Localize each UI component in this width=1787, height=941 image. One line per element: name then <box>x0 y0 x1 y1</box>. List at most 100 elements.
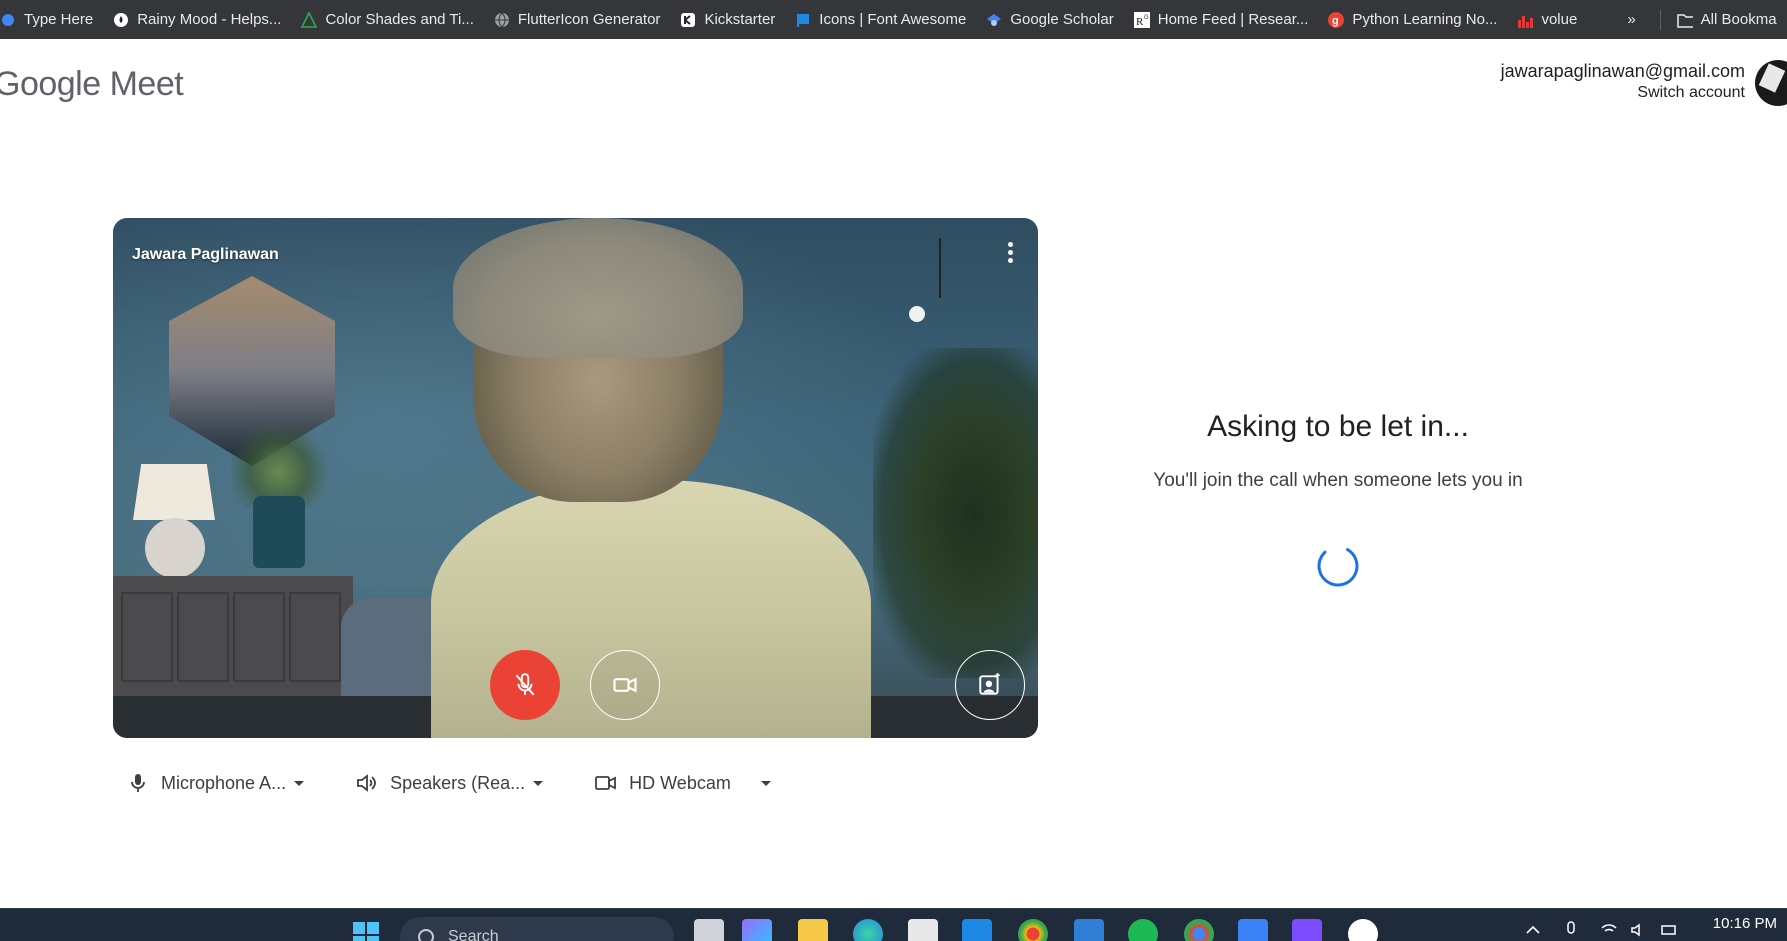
tray-chevron-up-icon[interactable] <box>1524 921 1542 939</box>
bookmark-google-scholar[interactable]: Google Scholar <box>976 0 1123 39</box>
bookmark-label: volue <box>1541 11 1578 28</box>
microphone-toggle-button[interactable] <box>490 650 560 720</box>
switch-account-link[interactable]: Switch account <box>1501 84 1745 102</box>
bookmark-rainy-mood[interactable]: Rainy Mood - Helps... <box>103 0 291 39</box>
lamp-base <box>145 518 205 578</box>
volume-icon[interactable] <box>1630 921 1648 939</box>
more-dot <box>1007 241 1013 247</box>
search-icon <box>418 929 434 941</box>
bookmark-kickstarter[interactable]: Kickstarter <box>670 0 785 39</box>
more-dot <box>1007 249 1013 255</box>
discord-icon[interactable] <box>1292 919 1322 941</box>
portrait-sparkle-icon <box>979 673 1000 695</box>
bookmark-label: Color Shades and Ti... <box>325 11 474 28</box>
flag-icon <box>795 12 811 28</box>
sideboard <box>113 576 353 696</box>
speaker-icon <box>356 772 378 794</box>
chevron-down-icon <box>533 780 544 786</box>
more-options-button[interactable] <box>998 238 1022 266</box>
logo-meet-text: Meet <box>109 65 184 103</box>
overflow-chevron-icon: » <box>1627 11 1636 28</box>
microphone-icon <box>127 772 149 794</box>
video-camera-icon <box>595 772 617 794</box>
chrome-profile-icon[interactable] <box>1184 919 1214 941</box>
bar-chart-icon <box>1517 12 1534 28</box>
bookmark-label: Kickstarter <box>704 11 776 28</box>
battery-icon[interactable] <box>1660 921 1678 939</box>
mic-off-icon <box>515 673 535 696</box>
asking-title: Asking to be let in... <box>1207 410 1469 443</box>
bookmark-label: Type Here <box>24 11 94 28</box>
vscode-icon[interactable] <box>1074 919 1104 941</box>
app-icon[interactable] <box>1238 919 1268 941</box>
app-icon[interactable] <box>1348 919 1378 941</box>
raindrop-icon <box>113 12 129 28</box>
account-info: jawarapaglinawan@gmail.com Switch accoun… <box>1501 61 1745 102</box>
researchgate-icon: RG <box>1133 11 1150 28</box>
bookmark-label: Rainy Mood - Helps... <box>137 11 282 28</box>
bookmark-font-awesome[interactable]: Icons | Font Awesome <box>785 0 976 39</box>
bookmark-label: Home Feed | Resear... <box>1157 11 1309 28</box>
bookmark-label: Google Scholar <box>1010 11 1114 28</box>
bookmark-fluttericon[interactable]: FlutterIcon Generator <box>484 0 671 39</box>
windows-start-icon[interactable] <box>351 920 381 941</box>
taskbar-search[interactable]: Search <box>400 917 674 941</box>
participant-name: Jawara Paglinawan <box>132 246 279 263</box>
bookmark-color-shades[interactable]: Color Shades and Ti... <box>291 0 483 39</box>
all-bookmarks-button[interactable]: All Bookma <box>1667 0 1787 39</box>
edge-browser-icon[interactable] <box>853 919 883 941</box>
loading-spinner-icon <box>1317 545 1359 587</box>
taskbar-clock[interactable]: 10:16 PM <box>1713 915 1777 932</box>
bookmark-label: FlutterIcon Generator <box>517 11 661 28</box>
bookmarks-overflow-button[interactable]: » <box>1587 0 1653 39</box>
globe-icon <box>0 12 16 28</box>
file-explorer-icon[interactable] <box>798 919 828 941</box>
small-plant <box>231 418 327 508</box>
svg-text:g: g <box>1332 15 1339 27</box>
vase <box>253 496 305 568</box>
wifi-icon[interactable] <box>1600 921 1618 939</box>
outlook-icon[interactable] <box>962 919 992 941</box>
visual-effects-button[interactable] <box>955 650 1025 720</box>
lamp-shade <box>133 464 215 520</box>
windows-taskbar: Search 10:16 PM <box>0 908 1787 941</box>
logo-google-text: Google <box>0 65 101 103</box>
google-meet-logo[interactable]: Google Meet <box>0 65 184 104</box>
self-video-preview: Jawara Paglinawan <box>113 218 1038 738</box>
copilot-icon[interactable] <box>742 919 772 941</box>
bookmark-label: Python Learning No... <box>1352 11 1498 28</box>
bookmark-label: Icons | Font Awesome <box>819 11 967 28</box>
camera-select[interactable]: HD Webcam <box>581 765 771 801</box>
camera-toggle-button[interactable] <box>590 650 660 720</box>
bookmark-volue[interactable]: volue <box>1507 0 1587 39</box>
folder-icon <box>1676 12 1693 28</box>
svg-text:R: R <box>1136 16 1144 28</box>
spotify-icon[interactable] <box>1128 919 1158 941</box>
video-camera-icon <box>613 677 637 693</box>
microphone-icon[interactable] <box>1562 921 1580 939</box>
svg-text:G: G <box>1144 15 1149 21</box>
all-bookmarks-label: All Bookma <box>1700 11 1777 28</box>
color-tint-icon <box>301 11 318 28</box>
microsoft-store-icon[interactable] <box>908 919 938 941</box>
bookmark-type-here[interactable]: Type Here <box>0 0 103 39</box>
globe-icon <box>494 12 510 28</box>
pendant-wire <box>939 238 941 298</box>
device-selectors: Microphone A... Speakers (Rea... HD Webc… <box>113 765 809 801</box>
bookmarks-bar: Type Here Rainy Mood - Helps... Color Sh… <box>0 0 1787 39</box>
g-icon: g <box>1328 11 1345 28</box>
asking-subtitle: You'll join the call when someone lets y… <box>1153 470 1523 491</box>
avatar[interactable] <box>1755 60 1787 106</box>
microphone-select[interactable]: Microphone A... <box>113 765 305 801</box>
task-view-icon[interactable] <box>694 919 724 941</box>
search-placeholder: Search <box>448 928 499 941</box>
person-hair <box>453 218 743 358</box>
bookmark-python-learning[interactable]: g Python Learning No... <box>1318 0 1507 39</box>
meet-header: Google Meet jawarapaglinawan@gmail.com S… <box>0 39 1787 139</box>
speakers-select[interactable]: Speakers (Rea... <box>342 765 544 801</box>
bookmark-researchgate[interactable]: RG Home Feed | Resear... <box>1124 0 1319 39</box>
chrome-icon[interactable] <box>1018 919 1048 941</box>
waiting-status-panel: Asking to be let in... You'll join the c… <box>1130 410 1546 496</box>
kickstarter-icon <box>680 12 696 28</box>
microphone-select-label: Microphone A... <box>161 772 287 793</box>
